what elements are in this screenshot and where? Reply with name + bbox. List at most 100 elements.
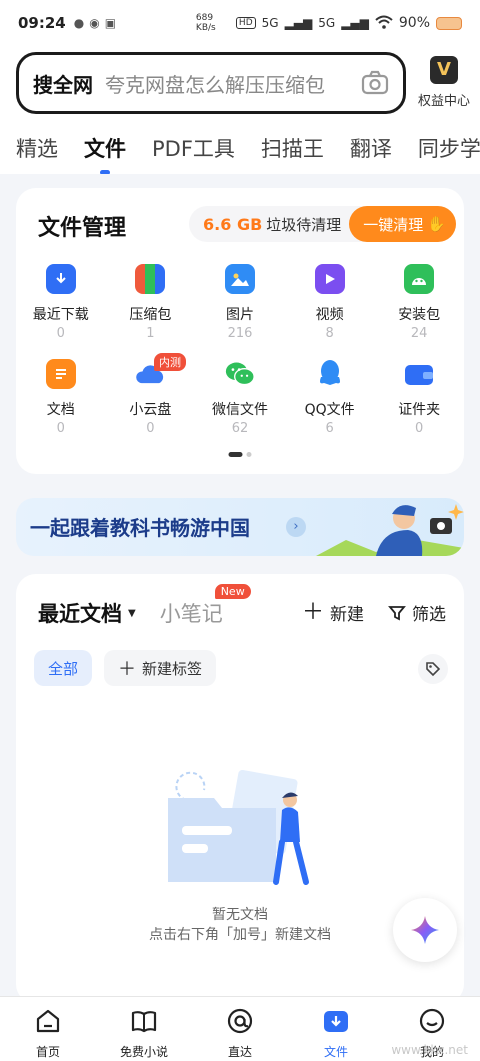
file-category-mini-cloud[interactable]: 内测 小云盘 0: [106, 353, 196, 436]
app-notification-icon: ▣: [104, 16, 117, 30]
benefits-center[interactable]: V 权益中心: [414, 56, 474, 109]
hd-icon: HD: [235, 17, 256, 29]
empty-folder-illustration: [168, 770, 309, 885]
new-tag-label: 新建标签: [142, 659, 203, 678]
beta-badge: 内测: [153, 353, 186, 371]
chip-new-tag[interactable]: ＋ 新建标签: [104, 650, 217, 686]
file-category-videos[interactable]: 视频 8: [285, 264, 375, 341]
tab-translate[interactable]: 翻译: [350, 133, 392, 163]
category-count: 0: [146, 421, 155, 436]
nav-free-novels[interactable]: 免费小说: [96, 997, 192, 1061]
promo-banner[interactable]: 一起跟着教科书畅游中国 ›: [16, 498, 464, 556]
new-document-button[interactable]: ＋ 新建: [302, 600, 364, 625]
chip-all[interactable]: 全部: [34, 650, 93, 686]
search-bar[interactable]: 搜全网 夸克网盘怎么解压压缩包: [16, 52, 406, 114]
filter-icon: [388, 605, 406, 620]
nav-label: 免费小说: [119, 1045, 168, 1059]
wallet-icon: [404, 359, 434, 389]
nav-label: 首页: [35, 1045, 60, 1059]
recent-header: 最近文档 ▼ 小笔记 New: [38, 584, 251, 628]
at-icon: [227, 1008, 253, 1034]
search-scope-label[interactable]: 搜全网: [33, 69, 93, 98]
file-category-wechat-files[interactable]: 微信文件 62: [195, 359, 285, 436]
status-right: 689 KB/s HD 5G ▂▄▆ 5G ▂▄▆ 90%: [196, 13, 462, 33]
nav-files[interactable]: 文件: [288, 997, 384, 1061]
one-click-clean-button[interactable]: 一键清理 ✋: [349, 206, 456, 242]
caret-down-icon[interactable]: ▼: [128, 608, 136, 619]
tab-featured[interactable]: 精选: [16, 133, 58, 163]
category-name: QQ文件: [304, 402, 355, 418]
network-1: 5G: [261, 16, 279, 30]
wifi-icon: [375, 15, 393, 32]
junk-size: 6.6 GB: [203, 214, 263, 234]
signal-icon: ▂▄▆: [284, 16, 313, 30]
download-icon: [45, 264, 76, 294]
vip-badge-icon: V: [430, 56, 458, 84]
video-icon: [314, 264, 345, 294]
category-count: 0: [56, 326, 65, 341]
file-download-icon: [324, 1011, 348, 1032]
tag-manage-button[interactable]: [418, 654, 448, 684]
tab-scanner[interactable]: 扫描王: [261, 133, 324, 163]
net-speed: 689 KB/s: [195, 13, 216, 33]
camera-icon[interactable]: [361, 69, 389, 97]
file-category-qq-files[interactable]: QQ文件 6: [285, 359, 375, 436]
document-icon: [45, 359, 76, 389]
file-category-recent-downloads[interactable]: 最近下载 0: [16, 264, 106, 341]
tab-pdf-tools[interactable]: PDF工具: [152, 133, 235, 163]
nav-label: 文件: [323, 1045, 348, 1059]
filter-label: 筛选: [412, 605, 446, 625]
category-tabs: 精选 文件 PDF工具 扫描王 翻译 同步学: [0, 122, 480, 174]
archive-icon: [135, 264, 166, 294]
file-category-documents[interactable]: 文档 0: [16, 359, 106, 436]
recent-docs-tab[interactable]: 最近文档: [38, 598, 122, 628]
category-count: 8: [325, 326, 334, 341]
category-count: 1: [146, 326, 155, 341]
banner-text: 一起跟着教科书畅游中国: [30, 516, 250, 540]
qq-icon: [315, 359, 345, 389]
battery-icon: [436, 16, 462, 30]
category-name: 安装包: [398, 307, 441, 323]
battery-level: 90%: [398, 15, 430, 31]
file-category-id-wallet[interactable]: 证件夹 0: [374, 359, 464, 436]
category-count: 0: [415, 421, 424, 436]
android-icon: [404, 264, 435, 294]
ai-assistant-button[interactable]: [393, 898, 457, 962]
plus-icon: ＋: [301, 599, 324, 625]
page-dot-active: [228, 452, 243, 457]
filter-button[interactable]: 筛选: [388, 600, 446, 625]
file-category-images[interactable]: 图片 216: [195, 264, 285, 341]
new-label: 新建: [330, 605, 364, 625]
category-name: 文档: [46, 402, 75, 418]
nav-direct[interactable]: 直达: [192, 997, 288, 1061]
sparkle-icon: [411, 916, 439, 944]
tab-sync-learn[interactable]: 同步学: [418, 133, 480, 163]
signal-icon-2: ▂▄▆: [341, 16, 369, 30]
file-category-apks[interactable]: 安装包 24: [374, 264, 464, 341]
junk-clean-panel[interactable]: 6.6 GB 垃圾待清理 一键清理 ✋: [189, 206, 456, 242]
banner-arrow-icon: ›: [286, 517, 306, 537]
status-notification-icons: ● ◉ ▣: [74, 16, 116, 30]
notes-tab[interactable]: 小笔记 New: [160, 584, 251, 628]
file-management-title: 文件管理: [38, 216, 127, 241]
clean-button-label: 一键清理: [363, 215, 424, 234]
category-name: 最近下载: [32, 307, 89, 323]
notification-icon: ●: [73, 16, 85, 30]
home-icon: [36, 1009, 60, 1033]
location-icon: ◉: [89, 16, 100, 30]
category-name: 微信文件: [211, 402, 268, 418]
network-2: 5G: [318, 16, 336, 30]
wechat-icon: [225, 359, 255, 389]
tag-chips: 全部 ＋ 新建标签: [34, 650, 217, 686]
category-count: 216: [227, 326, 253, 341]
category-count: 62: [231, 421, 249, 436]
hand-icon: ✋: [427, 215, 446, 233]
benefits-center-label: 权益中心: [417, 94, 470, 109]
category-count: 24: [410, 326, 428, 341]
search-input[interactable]: 夸克网盘怎么解压压缩包: [105, 69, 355, 98]
junk-text: 垃圾待清理: [266, 215, 342, 234]
new-badge: New: [214, 584, 251, 599]
file-category-archives[interactable]: 压缩包 1: [106, 264, 196, 341]
tab-files[interactable]: 文件: [84, 133, 126, 163]
nav-home[interactable]: 首页: [0, 997, 96, 1061]
